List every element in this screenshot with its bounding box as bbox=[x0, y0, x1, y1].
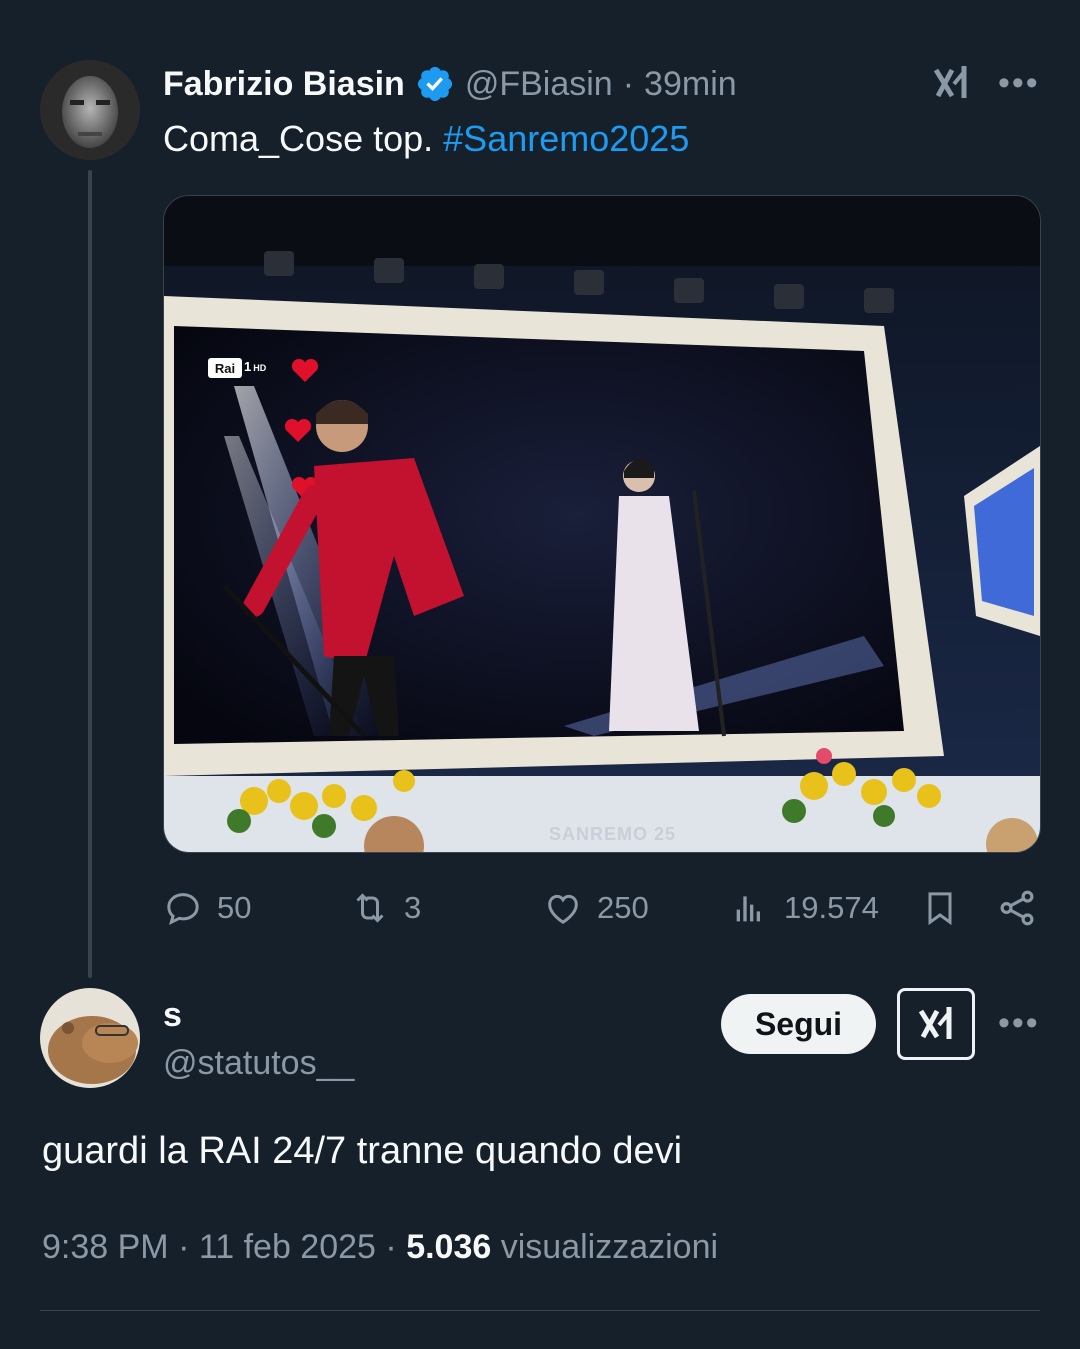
reply-more-icon[interactable]: ••• bbox=[998, 1004, 1040, 1043]
verified-badge-icon bbox=[415, 64, 455, 104]
like-icon bbox=[548, 894, 578, 924]
stage-sign-text: SANREMO 25 bbox=[549, 824, 677, 844]
meta-separator: · bbox=[385, 1228, 397, 1266]
tweet-media-image[interactable]: Rai 1 HD SANREMO 25 bbox=[163, 195, 1041, 853]
tweet-text-plain: Coma_Cose top. bbox=[163, 118, 444, 159]
channel-logo: Rai bbox=[208, 358, 242, 378]
author-avatar[interactable] bbox=[40, 60, 140, 160]
follow-button[interactable]: Segui bbox=[721, 994, 876, 1054]
reply-action[interactable]: 50 bbox=[163, 888, 251, 928]
grok-icon bbox=[918, 1007, 952, 1039]
tweet-header: Fabrizio Biasin @FBiasin · 39min bbox=[163, 64, 737, 104]
channel-number-text: 1 bbox=[244, 359, 252, 374]
channel-number: 1 HD bbox=[244, 359, 266, 374]
grok-button[interactable] bbox=[897, 988, 975, 1060]
bookmark-icon[interactable] bbox=[920, 886, 960, 935]
channel-hd-text: HD bbox=[253, 363, 267, 373]
like-count: 250 bbox=[597, 890, 649, 925]
tweet-text: Coma_Cose top. #Sanremo2025 bbox=[163, 118, 689, 160]
retweet-count: 3 bbox=[404, 890, 422, 925]
grok-icon[interactable] bbox=[930, 62, 972, 104]
reply-time[interactable]: 9:38 PM bbox=[42, 1228, 169, 1266]
reply-icon bbox=[167, 893, 199, 925]
channel-logo-text: Rai bbox=[214, 360, 236, 376]
reply-date[interactable]: 11 feb 2025 bbox=[199, 1228, 376, 1266]
reply-count: 50 bbox=[217, 890, 252, 925]
reply-views-label: visualizzazioni bbox=[500, 1228, 719, 1266]
share-icon[interactable] bbox=[996, 886, 1038, 935]
meta-separator: · bbox=[178, 1228, 190, 1266]
thread-connector bbox=[88, 170, 92, 978]
hashtag-link[interactable]: #Sanremo2025 bbox=[443, 118, 689, 159]
views-action[interactable]: 19.574 bbox=[730, 888, 879, 928]
reply-author-handle[interactable]: @statutos__ bbox=[163, 1044, 354, 1083]
tweet-time[interactable]: 39min bbox=[644, 65, 737, 104]
author-name[interactable]: Fabrizio Biasin bbox=[163, 65, 405, 104]
reply-views-count: 5.036 bbox=[406, 1228, 492, 1266]
divider bbox=[40, 1310, 1040, 1311]
retweet-icon bbox=[356, 893, 384, 923]
reply-meta: 9:38 PM · 11 feb 2025 · 5.036 visualizza… bbox=[42, 1228, 718, 1267]
views-count: 19.574 bbox=[784, 890, 879, 925]
author-handle[interactable]: @FBiasin bbox=[465, 65, 613, 104]
like-action[interactable]: 250 bbox=[543, 888, 649, 928]
reply-author-name[interactable]: s bbox=[163, 996, 182, 1035]
reply-text: guardi la RAI 24/7 tranne quando devi bbox=[42, 1130, 683, 1172]
reply-author-avatar[interactable] bbox=[40, 988, 140, 1088]
retweet-action[interactable]: 3 bbox=[350, 888, 421, 928]
more-icon[interactable]: ••• bbox=[998, 64, 1040, 103]
header-separator: · bbox=[622, 64, 635, 103]
views-icon bbox=[736, 896, 760, 922]
